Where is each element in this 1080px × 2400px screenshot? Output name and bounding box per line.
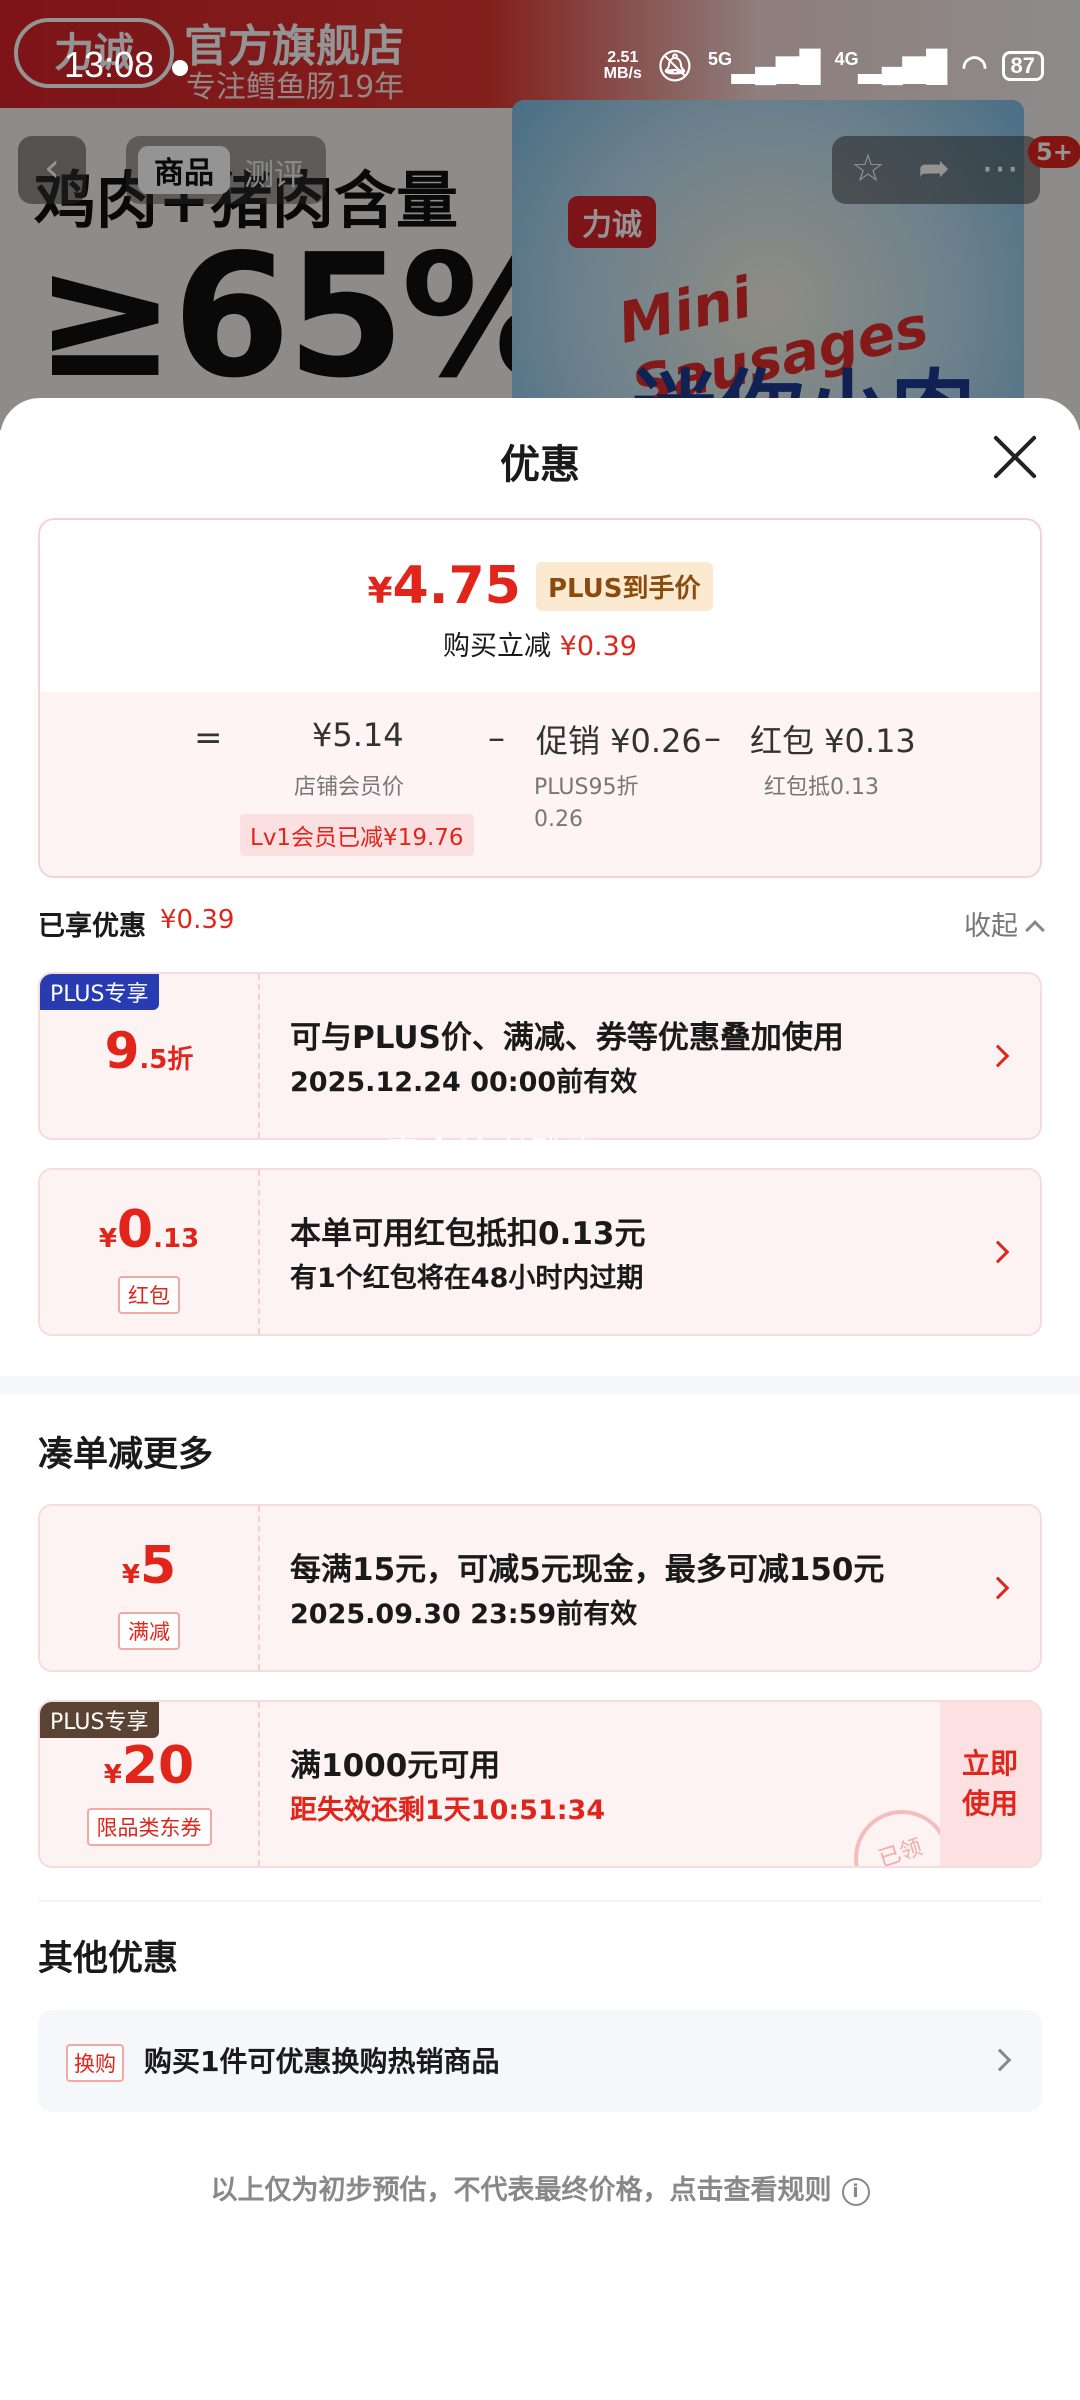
promo-amount-label: 0.26 [534, 807, 583, 832]
wifi-icon: ◠ [961, 49, 988, 83]
coupon-plus-discount[interactable]: PLUS专享 9.5折 可与PLUS价、满减、券等优惠叠加使用 2025.12.… [38, 972, 1042, 1140]
promo-label: PLUS95折 [534, 775, 639, 800]
signal-5g-icon: 5G▂▄▆█ [707, 48, 821, 83]
enjoyed-discount-row: 已享优惠 ¥0.39 收起 [38, 904, 1045, 948]
minus-sign: – [704, 718, 721, 758]
red-packet-tag: 红包 [118, 1276, 180, 1314]
plus-exclusive-tag: PLUS专享 [40, 1702, 159, 1738]
section-title-more: 凑单减更多 [38, 1435, 214, 1475]
member-price-label: 店铺会员价 [294, 775, 405, 800]
signal-4g-icon: 4G▂▄▆█ [834, 48, 948, 83]
coupon-amount: ¥20 [103, 1736, 195, 1796]
category-coupon-tag: 限品类东券 [86, 1808, 212, 1846]
status-time: 13:08 [64, 44, 155, 85]
red-packet-value: 红包 ¥0.13 [750, 722, 916, 760]
enjoyed-amount: ¥0.39 [160, 905, 235, 935]
red-packet-label: 红包抵0.13 [764, 775, 879, 800]
section-divider [38, 1900, 1042, 1902]
red-packet-amount: ¥0.13 [98, 1200, 200, 1260]
minus-sign: – [488, 718, 505, 758]
price-summary-top: ¥4.75 PLUS到手价 购买立减 ¥0.39 [40, 520, 1040, 690]
equals-sign: = [194, 718, 223, 758]
battery-icon: 87 [1001, 51, 1044, 81]
chevron-right-icon [986, 1576, 1010, 1600]
use-now-button[interactable]: 立即 使用 [940, 1702, 1040, 1866]
discount-sheet: 优惠 ¥4.75 PLUS到手价 购买立减 ¥0.39 = ¥5.14 店铺会员… [0, 398, 1080, 2400]
promo-value: 促销 ¥0.26 [536, 722, 702, 760]
trade-in-offer[interactable]: 换购 购买1件可优惠换购热销商品 [38, 2010, 1042, 2112]
status-indicators: 2.51 MB/s 🔕︎ 5G▂▄▆█ 4G▂▄▆█ ◠ 87 [604, 46, 1044, 86]
instant-reduction: 购买立减 ¥0.39 [443, 631, 637, 662]
coupon-validity: 2025.12.24 00:00前有效 [290, 1067, 638, 1098]
trade-in-text: 购买1件可优惠换购热销商品 [144, 2045, 500, 2078]
coupon-title: 本单可用红包抵扣0.13元 [290, 1216, 646, 1252]
chevron-right-icon [988, 2048, 1012, 2072]
chevron-right-icon [986, 1240, 1010, 1264]
coupon-category: PLUS专享 ¥20 限品类东券 满1000元可用 距失效还剩1天10:51:3… [38, 1700, 1042, 1868]
chevron-right-icon [986, 1044, 1010, 1068]
enjoyed-label: 已享优惠 [38, 911, 146, 942]
reduction-amount: ¥5 [121, 1536, 177, 1596]
price-summary-card: ¥4.75 PLUS到手价 购买立减 ¥0.39 = ¥5.14 店铺会员价 –… [38, 518, 1042, 878]
discount-rate: 9.5折 [104, 1022, 194, 1080]
reduction-tag: 满减 [118, 1612, 180, 1650]
price-breakdown: = ¥5.14 店铺会员价 – 促销 ¥0.26 PLUS95折 0.26 – … [40, 692, 1040, 876]
close-icon[interactable] [988, 430, 1042, 484]
coupon-title: 满1000元可用 [290, 1748, 501, 1784]
section-divider [0, 1376, 1080, 1394]
member-price-value: ¥5.14 [312, 716, 404, 754]
notification-dot-icon [172, 60, 188, 76]
coupon-full-reduction[interactable]: ¥5 满减 每满15元，可减5元现金，最多可减150元 2025.09.30 2… [38, 1504, 1042, 1672]
coupon-validity: 2025.09.30 23:59前有效 [290, 1599, 638, 1630]
sheet-title: 优惠 [500, 442, 580, 488]
collapse-button[interactable]: 收起 [964, 904, 1045, 943]
trade-in-tag: 换购 [66, 2044, 124, 2082]
plus-exclusive-tag: PLUS专享 [40, 974, 159, 1010]
mute-bell-icon: 🔕︎ [655, 49, 694, 83]
price-disclaimer[interactable]: 以上仅为初步预估，不代表最终价格，点击查看规则 i [0, 2168, 1080, 2207]
coupon-title: 每满15元，可减5元现金，最多可减150元 [290, 1552, 885, 1588]
info-icon[interactable]: i [841, 2177, 870, 2206]
coupon-title: 可与PLUS价、满减、券等优惠叠加使用 [290, 1020, 844, 1056]
coupon-countdown: 距失效还剩1天10:51:34 [290, 1795, 606, 1826]
status-bar: 13:08 2.51 MB/s 🔕︎ 5G▂▄▆█ 4G▂▄▆█ ◠ 87 [0, 0, 1080, 108]
final-price: ¥4.75 [367, 556, 521, 616]
coupon-red-packet[interactable]: ¥0.13 红包 本单可用红包抵扣0.13元 有1个红包将在48小时内过期 [38, 1168, 1042, 1336]
member-level-tag: Lv1会员已减¥19.76 [240, 814, 474, 856]
plus-price-tag: PLUS到手价 [535, 561, 713, 611]
section-title-other: 其他优惠 [38, 1939, 179, 1979]
network-speed: 2.51 MB/s [603, 49, 642, 82]
coupon-expiry-note: 有1个红包将在48小时内过期 [290, 1263, 644, 1294]
chevron-up-icon [1025, 920, 1045, 940]
